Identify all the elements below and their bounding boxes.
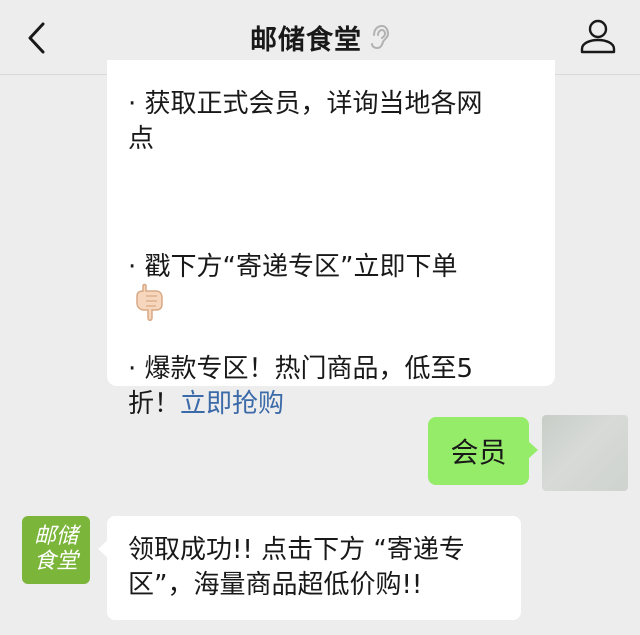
- my-message-bubble: 会员: [428, 417, 538, 485]
- bot-reply-bubble: 领取成功!! 点击下方 “寄递专 区”，海量商品超低价购!!: [98, 516, 521, 620]
- bot-message-bubble: · 获取正式会员，详询当地各网 点 · 戳下方“寄递专区”立即下单 · 爆款专区…: [107, 60, 555, 419]
- message-text: 折！: [128, 389, 181, 419]
- message-line: 领取成功!! 点击下方 “寄递专: [128, 535, 465, 565]
- bot-avatar[interactable]: 邮储 食堂: [22, 516, 90, 584]
- message-line: · 爆款专区！热门商品，低至5: [128, 354, 474, 384]
- avatar-logo-text: 邮储: [33, 524, 78, 549]
- message-line: · 获取正式会员，详询当地各网: [128, 89, 483, 119]
- message-line: · 戳下方“寄递专区”立即下单: [128, 252, 458, 282]
- buy-now-link[interactable]: 立即抢购: [180, 389, 284, 419]
- my-message-text: 会员: [450, 436, 507, 469]
- chat-info-button[interactable]: [578, 16, 618, 56]
- message-line: 区”，海量商品超低价购!!: [128, 570, 423, 600]
- person-icon: [580, 19, 616, 54]
- chat-title: 邮储食堂: [250, 24, 362, 56]
- pointing-down-hand-icon: [136, 283, 163, 321]
- chevron-left-icon: [28, 22, 45, 54]
- my-avatar[interactable]: [542, 415, 628, 491]
- ear-icon: [371, 24, 390, 50]
- message-line: 点: [128, 124, 155, 154]
- avatar-logo-text: 食堂: [33, 549, 78, 574]
- back-button[interactable]: [18, 18, 58, 58]
